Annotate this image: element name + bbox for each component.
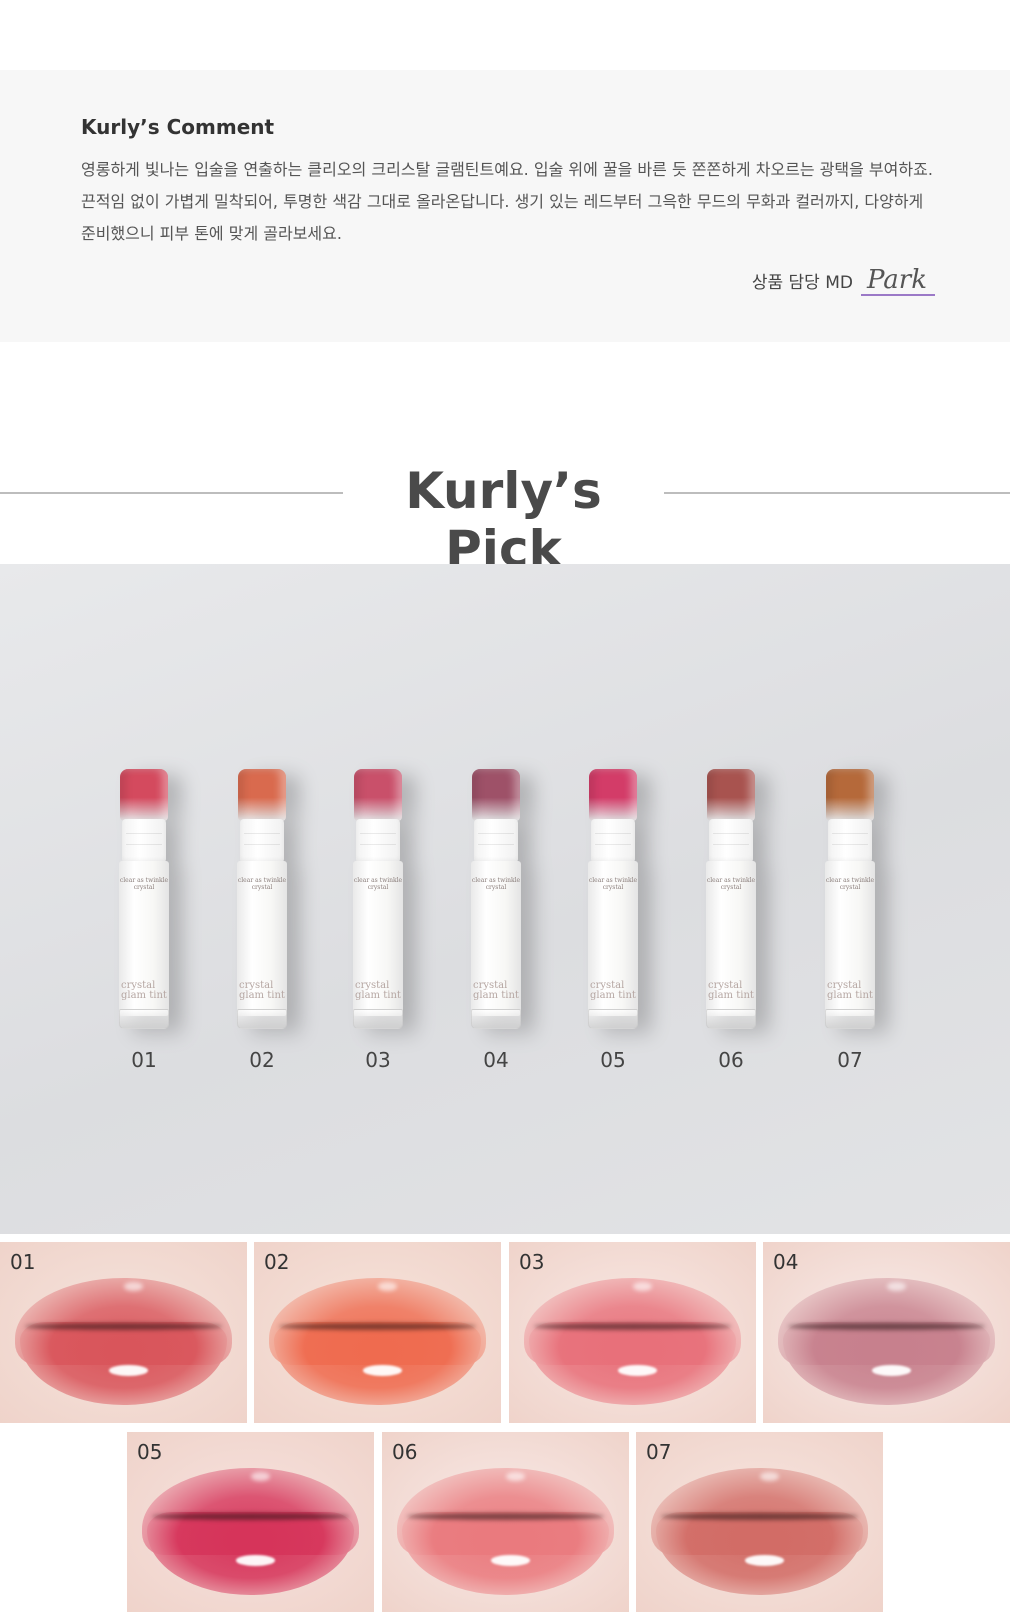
tint-base	[471, 1009, 521, 1029]
gloss-highlight	[108, 1365, 149, 1376]
lower-lip	[273, 1321, 482, 1405]
pick-title: Kurly’s Pick	[405, 462, 602, 578]
lower-lip	[655, 1511, 864, 1595]
lower-lip	[146, 1511, 355, 1595]
gloss-highlight	[617, 1365, 658, 1376]
tint-small-text: clear as twinkle crystal	[237, 877, 287, 891]
swatch-number: 05	[137, 1440, 163, 1464]
tint-neck	[591, 819, 635, 863]
divider-right	[664, 492, 1010, 494]
tint-brand-text: crystal glam tint	[827, 980, 873, 1001]
tint-brand-text: crystal glam tint	[590, 980, 636, 1001]
md-label: 상품 담당 MD	[751, 273, 853, 293]
gloss-highlight-top	[759, 1471, 780, 1481]
tint-product-05: clear as twinkle crystal crystal glam tin…	[586, 769, 640, 1029]
comment-title: Kurly’s Comment	[81, 115, 275, 139]
tint-cap	[120, 769, 168, 821]
divider-left	[0, 492, 343, 494]
lip-swatch-06: 06	[382, 1432, 629, 1612]
tint-cap	[826, 769, 874, 821]
tint-product-01: clear as twinkle crystal crystal glam tin…	[117, 769, 171, 1029]
gloss-highlight	[235, 1555, 276, 1566]
swatch-number: 02	[264, 1250, 290, 1274]
lower-lip	[401, 1511, 610, 1595]
tint-product-02: clear as twinkle crystal crystal glam tin…	[235, 769, 289, 1029]
tint-neck	[122, 819, 166, 863]
tint-neck	[709, 819, 753, 863]
tint-base	[119, 1009, 169, 1029]
tint-base	[237, 1009, 287, 1029]
lower-lip	[19, 1321, 228, 1405]
tint-cap	[589, 769, 637, 821]
tint-small-text: clear as twinkle crystal	[825, 877, 875, 891]
tint-product-03: clear as twinkle crystal crystal glam tin…	[351, 769, 405, 1029]
tint-base	[825, 1009, 875, 1029]
lip-swatch-05: 05	[127, 1432, 374, 1612]
lip-swatch-04: 04	[763, 1242, 1010, 1423]
lip-swatch-03: 03	[509, 1242, 756, 1423]
tint-brand-text: crystal glam tint	[121, 980, 167, 1001]
tint-product-04: clear as twinkle crystal crystal glam tin…	[469, 769, 523, 1029]
gloss-highlight-top	[377, 1281, 398, 1291]
tint-label: 01	[131, 1048, 157, 1072]
tint-product-07: clear as twinkle crystal crystal glam tin…	[823, 769, 877, 1029]
gloss-highlight	[490, 1555, 531, 1566]
tint-small-text: clear as twinkle crystal	[119, 877, 169, 891]
tint-label: 04	[483, 1048, 509, 1072]
tint-base	[706, 1009, 756, 1029]
gloss-highlight	[871, 1365, 912, 1376]
tint-brand-text: crystal glam tint	[473, 980, 519, 1001]
tint-neck	[356, 819, 400, 863]
swatch-number: 07	[646, 1440, 672, 1464]
product-lineup-photo: clear as twinkle crystal crystal glam tin…	[0, 564, 1010, 1234]
tint-small-text: clear as twinkle crystal	[706, 877, 756, 891]
tint-brand-text: crystal glam tint	[355, 980, 401, 1001]
gloss-highlight-top	[886, 1281, 907, 1291]
tint-label: 05	[600, 1048, 626, 1072]
swatch-number: 04	[773, 1250, 799, 1274]
gloss-highlight	[744, 1555, 785, 1566]
lower-lip	[782, 1321, 991, 1405]
tint-cap	[472, 769, 520, 821]
tint-neck	[828, 819, 872, 863]
lip-swatch-02: 02	[254, 1242, 501, 1423]
tint-small-text: clear as twinkle crystal	[353, 877, 403, 891]
swatch-number: 06	[392, 1440, 418, 1464]
tint-cap	[707, 769, 755, 821]
md-signature: 상품 담당 MD Park	[752, 264, 935, 296]
tint-label: 02	[249, 1048, 275, 1072]
comment-body: 영롱하게 빛나는 입술을 연출하는 클리오의 크리스탈 글램틴트예요. 입술 위…	[81, 160, 933, 243]
gloss-highlight	[362, 1365, 403, 1376]
kurly-comment-section: Kurly’s Comment 영롱하게 빛나는 입술을 연출하는 클리오의 크…	[0, 70, 1010, 342]
tint-brand-text: crystal glam tint	[239, 980, 285, 1001]
lip-swatch-07: 07	[636, 1432, 883, 1612]
tint-neck	[474, 819, 518, 863]
tint-base	[353, 1009, 403, 1029]
tint-small-text: clear as twinkle crystal	[471, 877, 521, 891]
tint-base	[588, 1009, 638, 1029]
tint-small-text: clear as twinkle crystal	[588, 877, 638, 891]
swatch-number: 01	[10, 1250, 36, 1274]
gloss-highlight-top	[505, 1471, 526, 1481]
md-name: Park	[860, 266, 935, 296]
tint-label: 07	[837, 1048, 863, 1072]
gloss-highlight-top	[632, 1281, 653, 1291]
lower-lip	[528, 1321, 737, 1405]
tint-label: 03	[365, 1048, 391, 1072]
gloss-highlight-top	[250, 1471, 271, 1481]
tint-cap	[238, 769, 286, 821]
gloss-highlight-top	[123, 1281, 144, 1291]
tint-brand-text: crystal glam tint	[708, 980, 754, 1001]
tint-cap	[354, 769, 402, 821]
tint-product-06: clear as twinkle crystal crystal glam tin…	[704, 769, 758, 1029]
lip-swatch-01: 01	[0, 1242, 247, 1423]
kurlys-pick-heading: Kurly’s Pick	[0, 458, 1010, 578]
tint-neck	[240, 819, 284, 863]
swatch-number: 03	[519, 1250, 545, 1274]
tint-label: 06	[718, 1048, 744, 1072]
